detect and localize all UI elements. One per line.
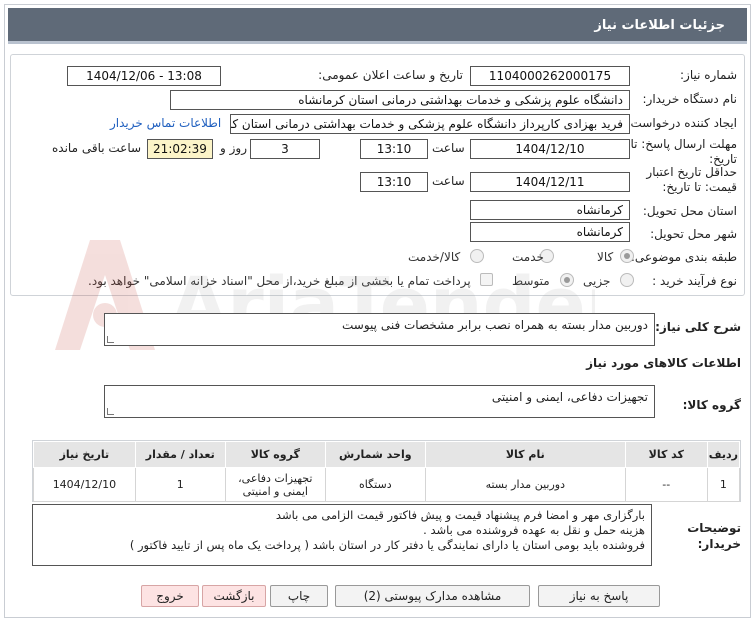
cell-unit: دستگاه bbox=[324, 467, 426, 502]
category-both-label: کالا/خدمت bbox=[408, 250, 461, 264]
resize-handle-icon[interactable] bbox=[107, 336, 114, 343]
city-field: کرمانشاه bbox=[470, 222, 630, 242]
col-code: کد کالا bbox=[624, 441, 708, 468]
treasury-payment-checkbox[interactable] bbox=[480, 273, 493, 286]
goods-group-label: گروه کالا: bbox=[682, 398, 741, 412]
col-date: تاریخ نیاز bbox=[33, 441, 136, 468]
validity-date-field: 1404/12/11 bbox=[470, 172, 630, 192]
need-number-field: 1104000262000175 bbox=[470, 66, 630, 86]
reply-time-field: 13:10 bbox=[360, 139, 428, 159]
table-header-row: ردیف کد کالا نام کالا واحد شمارش گروه کا… bbox=[33, 441, 741, 468]
cell-date: 1404/12/10 bbox=[33, 467, 136, 502]
need-number-label: شماره نیاز: bbox=[680, 68, 737, 82]
category-service-label: خدمت bbox=[512, 250, 544, 264]
back-button[interactable]: بازگشت bbox=[202, 585, 266, 607]
cell-name: دوربین مدار بسته bbox=[424, 467, 626, 502]
announce-label: تاریخ و ساعت اعلان عمومی: bbox=[318, 68, 463, 82]
price-validity-label: حداقل تاریخ اعتبار قیمت: تا تاریخ: bbox=[646, 165, 737, 194]
goods-group-textarea[interactable]: تجهیزات دفاعی، ایمنی و امنیتی bbox=[104, 385, 655, 418]
buyer-notes-box: بارگزاری مهر و امضا فرم پیشنهاد قیمت و پ… bbox=[32, 504, 652, 566]
city-label: شهر محل تحویل: bbox=[650, 227, 737, 241]
province-field: کرمانشاه bbox=[470, 200, 630, 220]
view-attachments-button[interactable]: مشاهده مدارک پیوستی (2) bbox=[335, 585, 530, 607]
reply-time-label: ساعت bbox=[432, 141, 465, 155]
summary-textarea[interactable]: دوربین مدار بسته به همراه نصب برابر مشخص… bbox=[104, 313, 655, 346]
goods-table: ردیف کد کالا نام کالا واحد شمارش گروه کا… bbox=[32, 440, 741, 502]
process-type-label: نوع فرآیند خرید : bbox=[652, 274, 737, 288]
buyer-notes-label: توضیحات خریدار: bbox=[687, 521, 741, 551]
category-goods-radio[interactable] bbox=[620, 249, 634, 263]
cell-group: تجهیزات دفاعی، ایمنی و امنیتی bbox=[224, 467, 326, 502]
validity-time-label: ساعت bbox=[432, 174, 465, 188]
announce-field: 1404/12/06 - 13:08 bbox=[67, 66, 221, 86]
process-medium-radio[interactable] bbox=[560, 273, 574, 287]
remaining-label: ساعت باقی مانده bbox=[52, 141, 142, 155]
note-line: فروشنده باید بومی استان یا دارای نمایندگ… bbox=[129, 538, 645, 552]
contact-info-link[interactable]: اطلاعات تماس خریدار bbox=[110, 116, 221, 130]
process-minor-label: جزیی bbox=[583, 274, 611, 288]
col-group: گروه کالا bbox=[224, 441, 326, 468]
requester-label: ایجاد کننده درخواست: bbox=[626, 116, 737, 130]
page-header: جزئیات اطلاعات نیاز bbox=[8, 8, 747, 44]
cell-qty: 1 bbox=[134, 467, 226, 502]
note-line: هزینه حمل و نقل به عهده فروشنده می باشد … bbox=[423, 523, 645, 537]
exit-button[interactable]: خروج bbox=[141, 585, 199, 607]
cell-row: 1 bbox=[706, 467, 741, 502]
summary-label: شرح کلی نیاز: bbox=[655, 320, 741, 334]
buyer-org-label: نام دستگاه خریدار: bbox=[642, 92, 738, 106]
summary-text: دوربین مدار بسته به همراه نصب برابر مشخص… bbox=[342, 318, 648, 332]
process-medium-label: متوسط bbox=[512, 274, 550, 288]
process-minor-radio[interactable] bbox=[620, 273, 634, 287]
reply-to-need-button[interactable]: پاسخ به نیاز bbox=[538, 585, 660, 607]
province-label: استان محل تحویل: bbox=[642, 204, 737, 218]
col-name: نام کالا bbox=[424, 441, 626, 468]
table-row: 1 -- دوربین مدار بسته دستگاه تجهیزات دفا… bbox=[33, 467, 741, 502]
col-unit: واحد شمارش bbox=[324, 441, 426, 468]
category-label: طبقه بندی موضوعی: bbox=[630, 250, 737, 264]
treasury-payment-note: پرداخت تمام یا بخشی از مبلغ خرید،از محل … bbox=[88, 274, 471, 288]
page-title: جزئیات اطلاعات نیاز bbox=[594, 18, 725, 33]
print-button[interactable]: چاپ bbox=[270, 585, 328, 607]
goods-section-title: اطلاعات کالاهای مورد نیاز bbox=[586, 356, 741, 370]
requester-field: فرید بهزادی کارپرداز دانشگاه علوم پزشکی … bbox=[230, 114, 630, 134]
days-field: 3 bbox=[250, 139, 320, 159]
cell-code: -- bbox=[624, 467, 708, 502]
reply-date-field: 1404/12/10 bbox=[470, 139, 630, 159]
col-row: ردیف bbox=[706, 441, 741, 468]
category-goods-label: کالا bbox=[597, 250, 614, 264]
reply-deadline-label: مهلت ارسال پاسخ: تا تاریخ: bbox=[630, 137, 737, 166]
col-qty: تعداد / مقدار bbox=[134, 441, 226, 468]
days-label: روز و bbox=[220, 141, 247, 155]
remaining-time-field: 21:02:39 bbox=[147, 139, 213, 159]
note-line: بارگزاری مهر و امضا فرم پیشنهاد قیمت و پ… bbox=[275, 508, 645, 522]
goods-group-text: تجهیزات دفاعی، ایمنی و امنیتی bbox=[491, 390, 648, 404]
resize-handle-icon[interactable] bbox=[107, 408, 114, 415]
category-both-radio[interactable] bbox=[470, 249, 484, 263]
validity-time-field: 13:10 bbox=[360, 172, 428, 192]
buyer-org-field: دانشگاه علوم پزشکی و خدمات بهداشتی درمان… bbox=[170, 90, 630, 110]
